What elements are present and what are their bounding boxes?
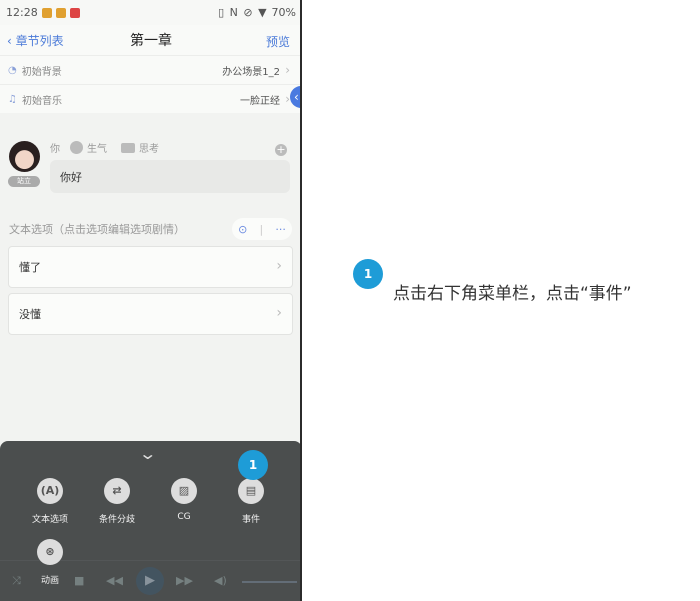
volume-slider — [242, 581, 297, 583]
menu-item-animation[interactable]: ⊛ 动画 — [17, 539, 83, 586]
dialog-meta: 你 生气 思考 — [50, 140, 159, 155]
option-label: 懂了 — [19, 261, 41, 274]
system-icons: ▯ N ⊘ ▼ — [218, 6, 268, 19]
play-icon: ▶ — [136, 567, 164, 595]
option-label: 没懂 — [19, 308, 41, 321]
event-camera-icon: ▤ — [238, 478, 264, 504]
film-reel-icon: ⊛ — [37, 539, 63, 565]
dialog-mode-label[interactable]: 思考 — [139, 140, 159, 155]
avatar[interactable] — [9, 141, 40, 172]
setting-row-music[interactable]: ♫ 初始音乐 一脸正经 › — [0, 84, 300, 113]
fast-forward-icon: ▶▶ — [176, 574, 193, 587]
menu-item-label: CG — [177, 512, 191, 522]
phone-screen: 12:28 ▯ N ⊘ ▼ 70% ‹ 章节列表 第一章 预览 ◔ 初始背景 办… — [0, 0, 302, 601]
status-time: 12:28 — [6, 6, 38, 19]
notification-icon — [41, 7, 52, 18]
step-badge: 1 — [353, 259, 383, 289]
text-option-icon: (A) — [37, 478, 63, 504]
headphones-icon: ♫ — [8, 93, 17, 105]
menu-item-event[interactable]: ▤ 事件 — [218, 478, 284, 525]
setting-label: 初始音乐 — [21, 95, 62, 107]
options-section-label: 文本选项（点击选项编辑选项剧情） — [9, 223, 185, 236]
more-icon[interactable]: ··· — [275, 223, 286, 236]
step-instruction: 点击右下角菜单栏，点击“事件” — [393, 284, 632, 304]
chevron-right-icon: › — [276, 258, 282, 274]
rewind-icon: ◀◀ — [106, 574, 123, 587]
avatar-pose-tag[interactable]: 站立 — [8, 176, 40, 187]
thought-bubble-icon — [121, 142, 135, 153]
chevron-right-icon: › — [276, 305, 282, 321]
dialog-bubble[interactable]: 你好 — [50, 160, 290, 193]
menu-item-text-option[interactable]: (A) 文本选项 — [17, 478, 83, 525]
chevron-right-icon: › — [285, 63, 290, 77]
menu-item-branch[interactable]: ⇄ 条件分歧 — [84, 478, 150, 525]
page-title: 第一章 — [130, 33, 172, 49]
preview-button[interactable]: 预览 — [266, 33, 290, 50]
notification-icon — [69, 7, 80, 18]
branch-icon: ⇄ — [104, 478, 130, 504]
menu-item-cg[interactable]: ▨ CG — [151, 478, 217, 522]
setting-value: 办公场景1_2 — [222, 66, 280, 78]
setting-label: 初始背景 — [21, 66, 62, 78]
speaker-name[interactable]: 你 — [50, 140, 60, 155]
chevron-left-icon: ‹ — [294, 90, 299, 104]
notification-icon — [55, 7, 66, 18]
options-toolbar: ⊙ | ··· — [232, 218, 292, 240]
status-bar: 12:28 ▯ N ⊘ ▼ 70% — [0, 0, 300, 25]
header: ‹ 章节列表 第一章 预览 — [0, 25, 300, 55]
setting-row-background[interactable]: ◔ 初始背景 办公场景1_2 › — [0, 55, 300, 84]
setting-value: 一脸正经 — [240, 95, 280, 107]
menu-item-label: 文本选项 — [31, 515, 68, 525]
add-icon[interactable]: + — [275, 144, 287, 156]
menu-item-label: 条件分歧 — [98, 515, 135, 525]
battery-level: 70% — [271, 6, 296, 19]
target-icon[interactable]: ⊙ — [238, 223, 247, 236]
image-icon: ▨ — [171, 478, 197, 504]
landscape-icon: ◔ — [8, 64, 17, 76]
emotion-icon — [70, 141, 83, 154]
step-badge: 1 — [238, 450, 268, 480]
collapse-chevron-icon[interactable]: ⌄ — [138, 444, 157, 463]
menu-item-label: 动画 — [40, 576, 59, 586]
divider: | — [259, 222, 264, 236]
menu-item-label: 事件 — [241, 515, 260, 525]
emotion-label[interactable]: 生气 — [87, 140, 107, 155]
option-item[interactable]: 懂了 › — [8, 246, 293, 288]
volume-icon: ◀) — [214, 574, 227, 587]
option-item[interactable]: 没懂 › — [8, 293, 293, 335]
